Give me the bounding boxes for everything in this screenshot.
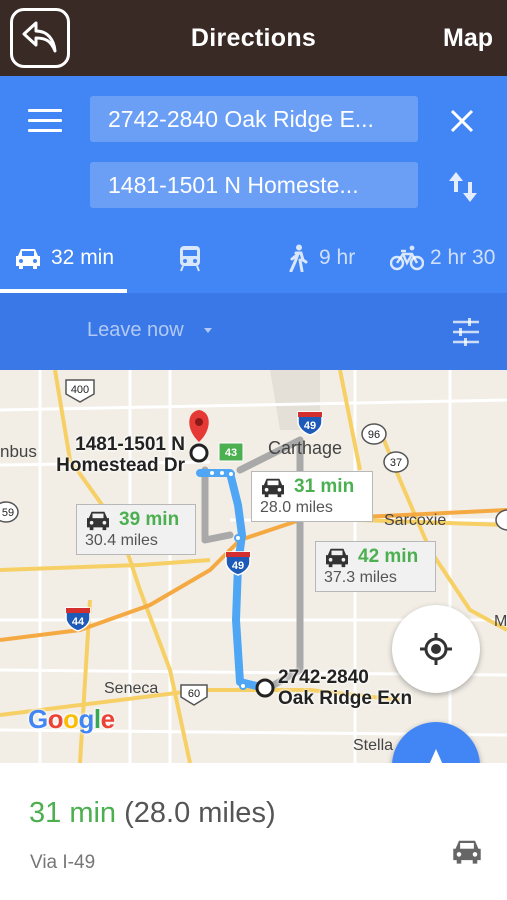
google-logo: Google [28,704,115,734]
route-distance: 28.0 miles [260,499,333,516]
walk-icon [289,244,308,272]
cycling-time: 2 hr 30 [430,246,496,269]
interstate-shield-49: 49 [297,411,323,436]
highway-shield-400: 400 [65,379,95,403]
tab-driving[interactable]: 32 min [14,228,114,288]
route-time: 39 min [119,509,180,530]
route-distance: 37.3 miles [324,569,397,586]
tab-walking[interactable]: 9 hr [287,228,355,288]
crosshair-icon [420,633,452,665]
svg-text:400: 400 [71,384,89,396]
car-icon [262,478,284,498]
svg-text:60: 60 [188,688,200,700]
car-icon [87,511,109,531]
destination-input[interactable]: 1481-1501 N Homeste... [90,162,418,208]
route-option-alt-1[interactable]: 39 min 30.4 miles [76,504,196,555]
route-time: 31 min [294,476,355,497]
car-icon [326,548,348,568]
highway-shield-96: 96 [361,423,387,445]
map-view[interactable]: 400 49 96 37 43 49 44 60 59 M Carthage S… [0,370,507,763]
map-label-stella: Stella [353,737,394,754]
swap-icon[interactable] [447,170,479,204]
options-bar: Leave now [0,293,507,370]
chevron-down-icon [203,327,212,333]
directions-header: 2742-2840 Oak Ridge E... 1481-1501 N Hom… [0,76,507,293]
route-time: 42 min [358,546,419,567]
driving-time: 32 min [51,246,115,269]
svg-text:44: 44 [72,616,85,628]
map-label-sarcoxie: Sarcoxie [384,512,447,529]
my-location-button[interactable] [392,605,480,693]
summary-via: Via I-49 [30,852,96,873]
summary-distance: (28.0 miles) [124,797,276,829]
svg-text:49: 49 [304,420,316,432]
interstate-shield-49-south: 49 [225,551,251,576]
close-icon[interactable] [447,106,477,136]
svg-text:96: 96 [368,429,380,441]
train-icon [180,246,200,272]
leave-now-dropdown[interactable]: Leave now [87,319,220,342]
summary-time-distance: 31 min (28.0 miles) [29,797,276,830]
map-label-seneca: Seneca [104,680,159,697]
route-option-selected[interactable]: 31 min 28.0 miles [251,471,373,522]
highway-shield-37: 37 [383,451,409,473]
page-title: Directions [190,24,317,52]
svg-text:43: 43 [225,447,237,459]
map-label-carthage: Carthage [268,438,343,458]
destination-map-label: 1481-1501 N Homestead Dr [56,434,185,476]
origin-map-label: 2742-2840 Oak Ridge Exn [278,667,413,709]
menu-icon[interactable] [28,109,62,135]
leave-now-label: Leave now [87,319,184,341]
highway-shield-partial [495,509,507,531]
car-icon [453,840,481,864]
summary-time: 31 min [29,797,117,829]
tab-transit[interactable] [178,228,202,288]
route-summary[interactable]: 31 min (28.0 miles) Via I-49 [0,763,507,900]
origin-input[interactable]: 2742-2840 Oak Ridge E... [90,96,418,142]
svg-text:49: 49 [232,560,244,572]
highway-shield-59: 59 [0,501,19,523]
app-bar: Directions Map [0,0,507,76]
map-label-m: M [494,613,507,630]
car-icon [16,249,40,269]
travel-mode-tabs: 32 min 9 hr 2 hr 30 [0,228,507,293]
bike-icon [390,245,424,271]
walking-time: 9 hr [319,246,356,269]
interstate-shield-44: 44 [65,607,91,632]
map-label-nbus: nbus [0,442,37,461]
highway-shield-60: 60 [180,684,208,706]
route-options-icon[interactable] [451,317,481,347]
route-option-alt-2[interactable]: 42 min 37.3 miles [315,541,436,592]
svg-text:37: 37 [390,457,402,469]
map-button[interactable]: Map [443,24,493,53]
highway-shield-43: 43 [218,442,244,462]
route-distance: 30.4 miles [85,532,158,549]
svg-text:59: 59 [2,507,14,519]
tab-cycling[interactable]: 2 hr 30 [390,228,495,288]
